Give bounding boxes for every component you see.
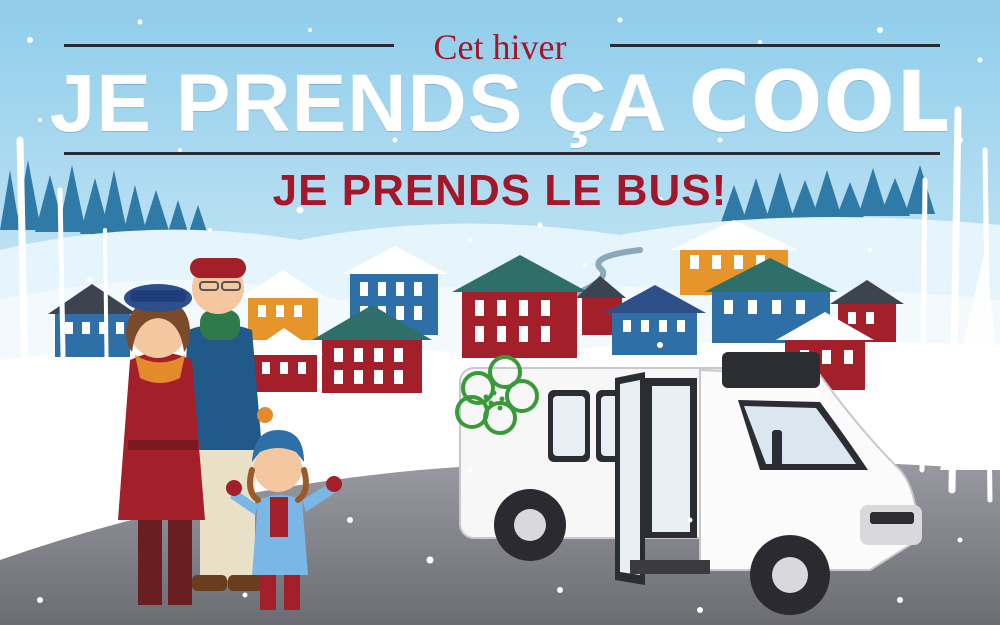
title-rule-bottom (64, 152, 940, 155)
headline-main: JE PRENDS ÇA COOL (0, 60, 1000, 145)
headline-sub: JE PRENDS LE BUS! (272, 166, 728, 215)
headline-main-emphasis: COOL (688, 53, 951, 151)
poster: Cet hiver JE PRENDS ÇA COOL JE PRENDS LE… (0, 0, 1000, 625)
bus-bumper (860, 505, 922, 545)
headline-main-prefix: JE PRENDS ÇA (49, 58, 689, 149)
bus-mirror (772, 430, 782, 466)
bus-roof-unit (722, 352, 820, 388)
bus-step (630, 560, 710, 574)
